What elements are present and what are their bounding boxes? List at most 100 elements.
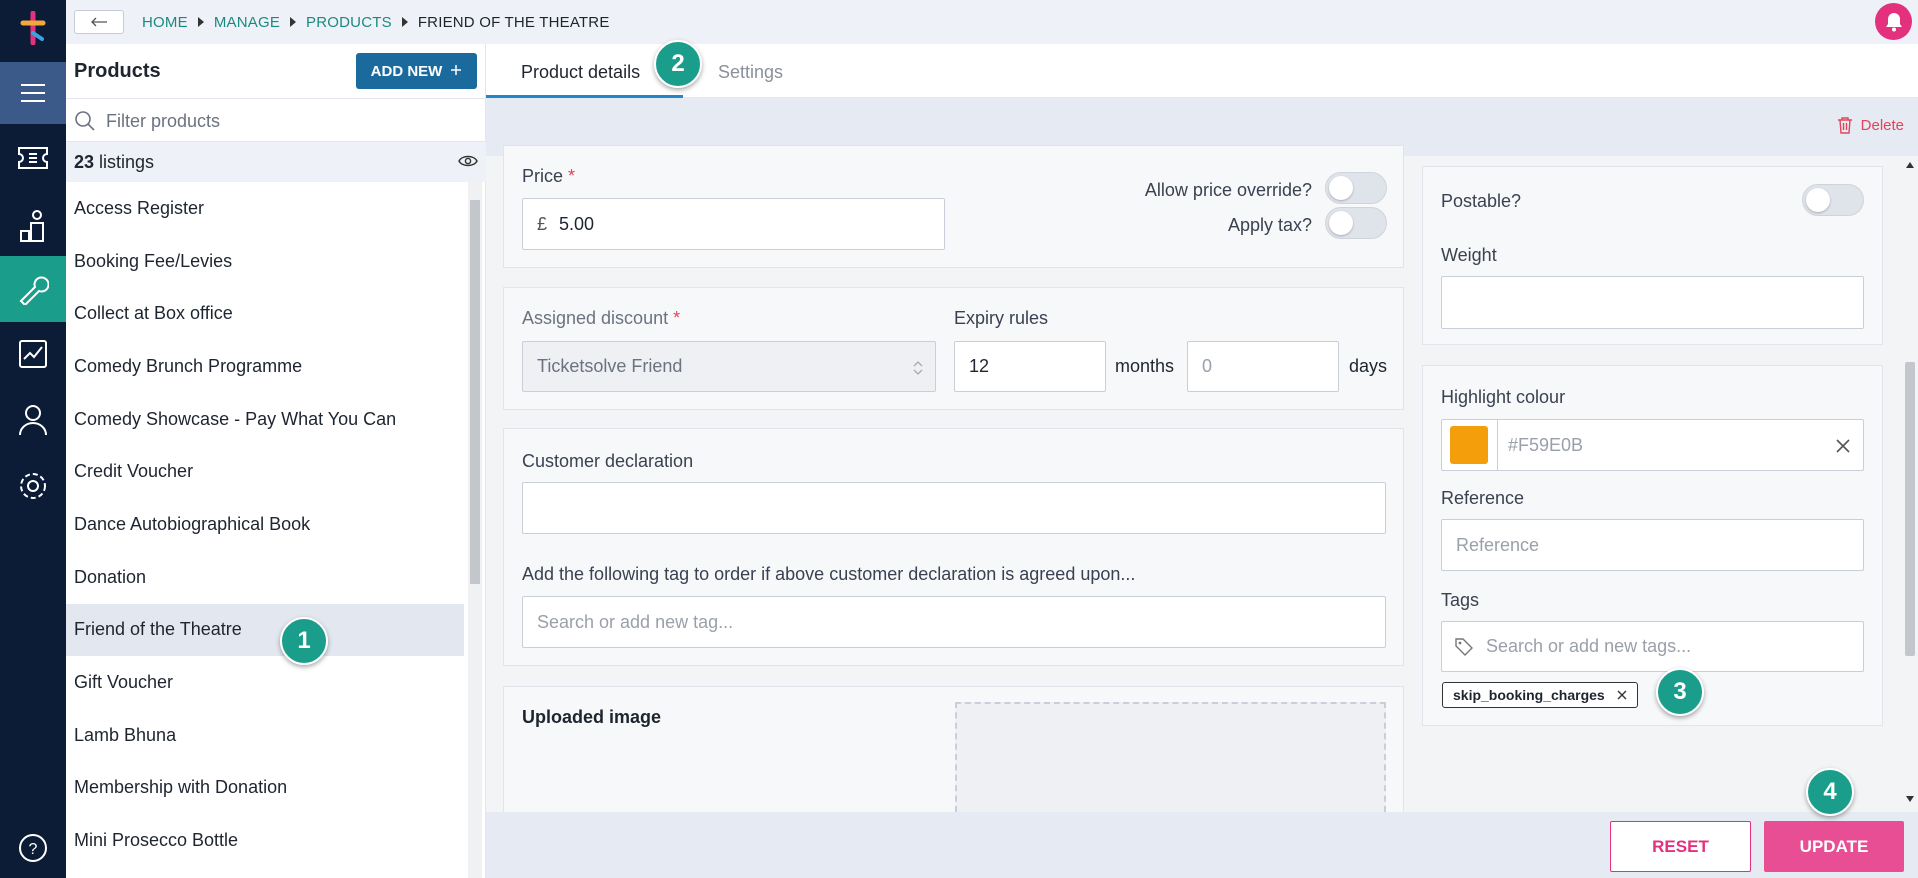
- scroll-up-icon[interactable]: [1906, 162, 1914, 168]
- list-item[interactable]: Booking Fee/Levies: [66, 235, 464, 288]
- list-item[interactable]: Comedy Showcase - Pay What You Can: [66, 393, 464, 446]
- reset-button[interactable]: RESET: [1610, 821, 1751, 872]
- highlight-colour-value: #F59E0B: [1508, 434, 1584, 455]
- delete-button[interactable]: Delete: [1837, 116, 1904, 134]
- plus-icon: [450, 63, 462, 80]
- list-item[interactable]: Access Register: [66, 182, 464, 235]
- weight-input[interactable]: [1441, 276, 1864, 329]
- user-stage-icon[interactable]: [0, 196, 66, 256]
- form-scrollbar[interactable]: [1902, 156, 1918, 812]
- currency-symbol: £: [537, 213, 548, 234]
- listings-count-value: 23: [74, 151, 95, 172]
- filter-products-input[interactable]: Filter products: [66, 98, 486, 142]
- menu-icon[interactable]: [0, 62, 66, 124]
- report-icon[interactable]: [0, 324, 66, 384]
- list-item[interactable]: Dance Autobiographical Book: [66, 498, 464, 551]
- postable-label: Postable?: [1441, 191, 1522, 211]
- logo-icon[interactable]: [0, 0, 66, 56]
- customer-declaration-input[interactable]: [522, 482, 1386, 534]
- allow-override-toggle[interactable]: [1325, 172, 1387, 204]
- apply-tax-toggle[interactable]: [1325, 207, 1387, 239]
- svg-text:?: ?: [29, 841, 38, 858]
- remove-tag-icon[interactable]: [1617, 690, 1627, 700]
- products-title: Products: [74, 60, 161, 82]
- list-item[interactable]: Credit Voucher: [66, 445, 464, 498]
- close-icon[interactable]: [1835, 438, 1851, 454]
- uploaded-image-label: Uploaded image: [522, 707, 662, 727]
- products-scrollbar[interactable]: [468, 182, 482, 878]
- list-item[interactable]: Lamb Bhuna: [66, 709, 464, 762]
- products-header: Products ADD NEW: [66, 44, 486, 98]
- step-badge-4: 4: [1806, 768, 1854, 816]
- eye-icon[interactable]: [458, 154, 478, 168]
- top-bar: HOME MANAGE PRODUCTS FRIEND OF THE THEAT…: [66, 0, 1918, 44]
- tags-input[interactable]: Search or add new tags...: [1441, 621, 1864, 672]
- update-button[interactable]: UPDATE: [1764, 821, 1904, 872]
- tab-product-details[interactable]: Product details: [521, 62, 640, 83]
- select-arrows-icon: [913, 361, 923, 375]
- tab-settings[interactable]: Settings: [718, 62, 783, 83]
- weight-label: Weight: [1441, 245, 1497, 265]
- tag-chip: skip_booking_charges: [1442, 682, 1638, 708]
- expiry-days-input[interactable]: 0: [1187, 341, 1339, 392]
- step-badge-1: 1: [280, 617, 328, 665]
- step-badge-3: 3: [1656, 668, 1704, 716]
- tag-chip-label: skip_booking_charges: [1453, 687, 1605, 703]
- price-label: Price *: [522, 166, 576, 186]
- wrench-icon[interactable]: [0, 256, 66, 322]
- list-item[interactable]: Gift Voucher: [66, 656, 464, 709]
- list-item[interactable]: Comedy Brunch Programme: [66, 340, 464, 393]
- price-value: 5.00: [559, 213, 595, 234]
- tag-agree-label: Add the following tag to order if above …: [522, 564, 1136, 584]
- arrow-left-icon: [91, 17, 107, 27]
- customer-declaration-label: Customer declaration: [522, 451, 694, 471]
- add-new-button[interactable]: ADD NEW: [356, 53, 477, 89]
- highlight-colour-input[interactable]: #F59E0B: [1441, 419, 1864, 471]
- reference-input[interactable]: Reference: [1441, 519, 1864, 571]
- assigned-discount-select[interactable]: Ticketsolve Friend: [522, 341, 936, 392]
- products-scrollbar-thumb[interactable]: [470, 200, 480, 584]
- gear-icon[interactable]: [0, 456, 66, 516]
- ticket-icon[interactable]: [0, 128, 66, 188]
- list-item-selected[interactable]: Friend of the Theatre: [66, 603, 464, 657]
- tags-placeholder: Search or add new tags...: [1486, 636, 1692, 656]
- bell-icon: [1885, 12, 1902, 31]
- list-item[interactable]: Mini Prosecco Bottle: [66, 814, 464, 867]
- days-label: days: [1349, 356, 1388, 376]
- tag-agree-input[interactable]: Search or add new tag...: [522, 596, 1386, 648]
- reference-label: Reference: [1441, 488, 1525, 508]
- trash-icon: [1837, 117, 1852, 134]
- image-dropzone[interactable]: [955, 702, 1386, 812]
- list-item[interactable]: Donation: [66, 551, 464, 604]
- tag-icon: [1455, 638, 1473, 656]
- filter-placeholder: Filter products: [106, 111, 221, 131]
- products-list: Access Register Booking Fee/Levies Colle…: [66, 182, 464, 878]
- expiry-days-placeholder: 0: [1202, 356, 1213, 376]
- assigned-discount-label: Assigned discount *: [522, 308, 681, 328]
- back-button[interactable]: [74, 10, 124, 34]
- breadcrumb-home[interactable]: HOME: [142, 14, 188, 31]
- expiry-rules-label: Expiry rules: [954, 308, 1049, 328]
- highlight-swatch[interactable]: [1450, 426, 1488, 464]
- breadcrumb-manage[interactable]: MANAGE: [214, 14, 280, 31]
- breadcrumb-products[interactable]: PRODUCTS: [306, 14, 392, 31]
- step-badge-2: 2: [654, 40, 702, 88]
- postable-toggle[interactable]: [1802, 184, 1864, 216]
- tags-label: Tags: [1441, 590, 1480, 610]
- help-icon[interactable]: ?: [0, 818, 66, 878]
- person-icon[interactable]: [0, 390, 66, 450]
- expiry-months-input[interactable]: 12: [954, 341, 1106, 392]
- months-label: months: [1115, 356, 1175, 376]
- form-scrollbar-thumb[interactable]: [1905, 362, 1915, 656]
- assigned-discount-value: Ticketsolve Friend: [537, 356, 683, 376]
- tag-agree-placeholder: Search or add new tag...: [537, 611, 734, 632]
- price-input[interactable]: £ 5.00: [522, 198, 945, 250]
- search-icon: [75, 111, 95, 131]
- delete-label: Delete: [1860, 116, 1904, 134]
- reference-placeholder: Reference: [1456, 534, 1540, 555]
- notifications-button[interactable]: [1875, 3, 1912, 40]
- listings-count: 23 listings: [66, 142, 486, 182]
- list-item[interactable]: Membership with Donation: [66, 762, 464, 815]
- scroll-down-icon[interactable]: [1906, 796, 1914, 802]
- list-item[interactable]: Collect at Box office: [66, 287, 464, 340]
